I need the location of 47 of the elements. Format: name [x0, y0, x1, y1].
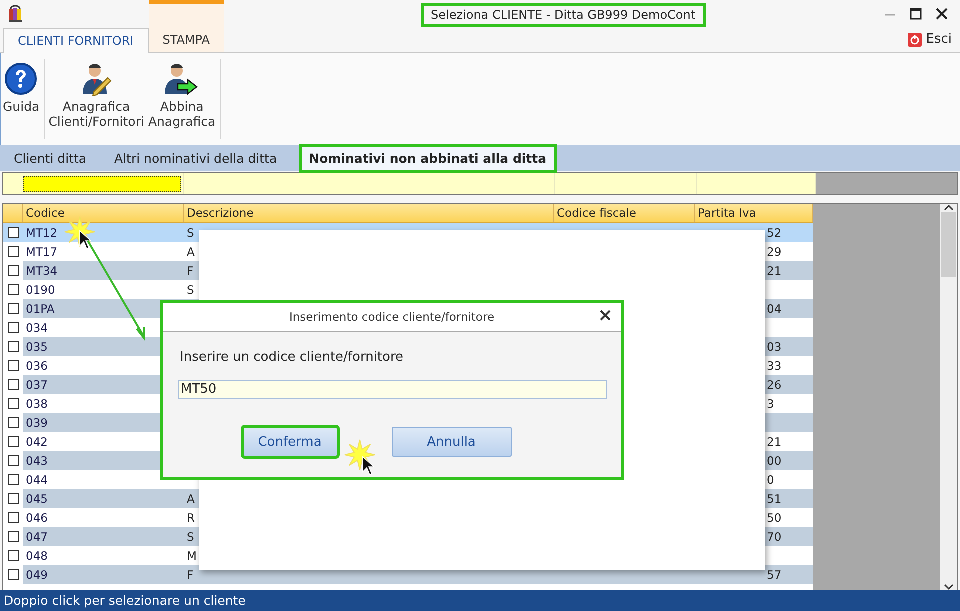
- table-cell: 03: [767, 340, 782, 354]
- table-cell: 50: [767, 510, 782, 524]
- table-cell: F: [187, 568, 194, 582]
- table-cell: 042: [26, 434, 48, 448]
- table-cell: 037: [26, 378, 48, 392]
- status-text: Doppio click per selezionare un cliente: [4, 593, 246, 608]
- table-cell: 034: [26, 320, 48, 334]
- table-cell: 049: [26, 568, 48, 582]
- table-cell: 57: [767, 568, 782, 582]
- table-cell: 01PA: [26, 302, 55, 316]
- table-cell: 043: [26, 454, 48, 468]
- table-cell: MT17: [26, 244, 58, 258]
- table-cell: A: [187, 244, 195, 258]
- table-cell: R: [187, 510, 195, 524]
- table-cell: 21: [767, 264, 782, 278]
- table-cell: MT34: [26, 264, 58, 278]
- table-cell: 039: [26, 416, 48, 430]
- table-cell: 51: [767, 492, 782, 506]
- table-cell: 036: [26, 358, 48, 372]
- table-cell: 045: [26, 492, 48, 506]
- table-cell: 0190: [26, 282, 56, 296]
- table-cell: 33: [767, 358, 782, 372]
- table-cell: 047: [26, 530, 48, 544]
- table-cell: 038: [26, 396, 48, 410]
- prompt-text: Inserire un codice cliente/fornitore: [180, 350, 405, 365]
- table-cell: 0: [767, 472, 774, 486]
- table-cell: M: [187, 548, 197, 562]
- table-cell: 26: [767, 378, 782, 392]
- table-cell: 29: [767, 244, 782, 258]
- table-cell: 52: [767, 226, 782, 240]
- dialog-title: Inserimento codice cliente/fornitore: [289, 310, 495, 324]
- table-cell: S: [187, 282, 194, 296]
- table-cell: 3: [767, 396, 774, 410]
- table-cell: S: [187, 226, 194, 240]
- table-cell: 046: [26, 510, 48, 524]
- table-cell: 70: [767, 530, 782, 544]
- table-cell: 044: [26, 472, 48, 486]
- table-cell: A: [187, 492, 195, 506]
- table-cell: 048: [26, 548, 48, 562]
- table-cell: 035: [26, 340, 48, 354]
- table-cell: 04: [767, 302, 782, 316]
- window-title: Seleziona CLIENTE - Ditta GB999 DemoCont: [423, 5, 704, 25]
- table-cell: 21: [767, 434, 782, 448]
- table-cell: MT12: [26, 226, 58, 240]
- table-cell: F: [187, 264, 194, 278]
- table-cell: S: [187, 530, 194, 544]
- table-cell: 00: [767, 454, 782, 468]
